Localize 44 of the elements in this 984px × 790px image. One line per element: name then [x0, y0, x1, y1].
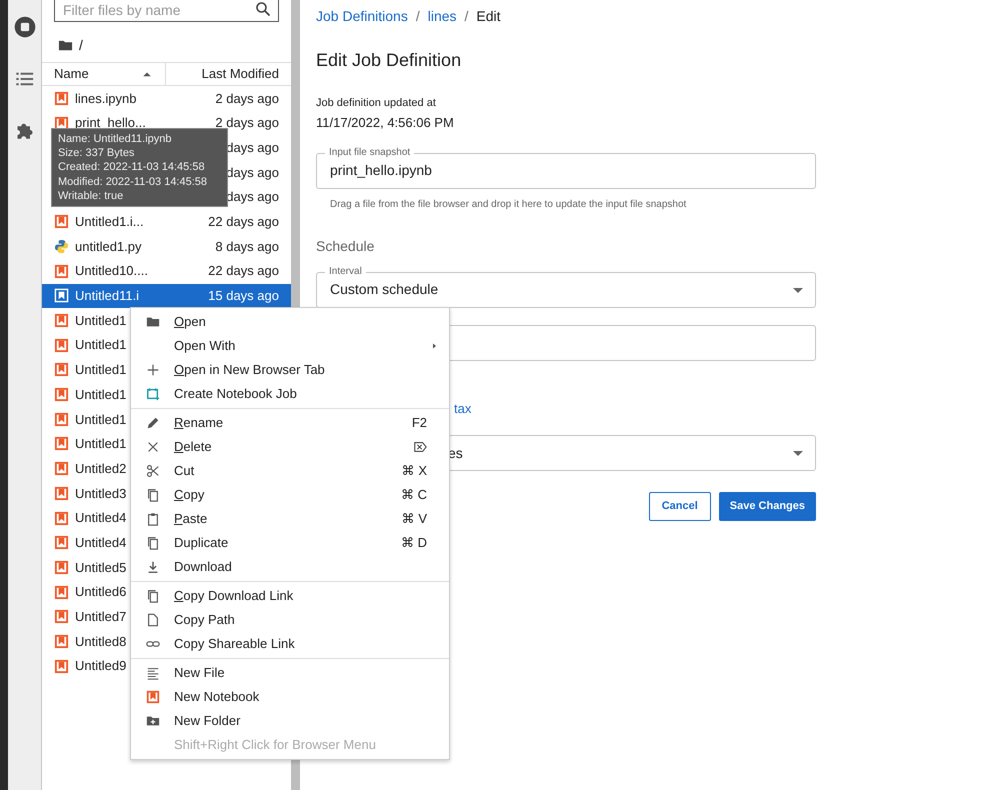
file-name: Untitled6: [75, 583, 126, 602]
file-name: Untitled1: [75, 435, 126, 454]
section-heading: Schedule: [316, 236, 376, 256]
file-name: Untitled1: [75, 336, 126, 354]
shortcut-text: F2: [412, 414, 427, 432]
breadcrumb-separator: /: [416, 7, 420, 24]
tooltip-line: Writable: true: [58, 188, 124, 204]
modified-date: 22 days ago: [208, 213, 279, 232]
tooltip-line: Modified: 2022-11-03 14:45:58: [58, 174, 208, 189]
file-name: Untitled10....: [75, 262, 148, 280]
updated-value: 11/17/2022, 4:56:06 PM: [316, 114, 455, 132]
file-name: untitled1.py: [75, 238, 142, 256]
breadcrumb-separator: /: [464, 7, 468, 24]
file-name: Untitled1: [75, 312, 126, 330]
modified-date: 15 days ago: [208, 287, 279, 306]
file-name: lines.ipynb: [75, 90, 136, 108]
file-name: Untitled3: [75, 484, 126, 503]
file-name: Untitled1.i...: [75, 213, 144, 232]
shortcut-text: ⌘ V: [402, 510, 427, 528]
file-name: Untitled1: [75, 361, 126, 380]
breadcrumb-current: Edit: [476, 7, 501, 24]
file-name: Untitled11.i: [75, 287, 140, 306]
file-name: Untitled2: [75, 460, 126, 478]
tooltip-line: Created: 2022-11-03 14:45:58: [58, 160, 206, 175]
shortcut-text: ⌘ D: [401, 534, 427, 552]
tooltip-line: Name: Untitled11.ipynb: [58, 132, 173, 146]
tooltip-line: Size: 337 Bytes: [58, 146, 136, 160]
page-title: Edit Job Definition: [316, 50, 462, 72]
file-name: Untitled4: [75, 509, 126, 528]
modified-date: 2 days ago: [215, 114, 279, 132]
file-name: Untitled4: [75, 534, 126, 552]
helper-text: Drag a file from the file browser and drop it here to update the input file snapshot: [330, 198, 688, 212]
updated-label: Job definition updated at: [316, 96, 437, 111]
modified-date: 8 days ago: [215, 238, 279, 256]
file-name: print_hello...: [75, 114, 146, 132]
file-name: Untitled7: [75, 608, 126, 626]
file-name: Untitled8: [75, 632, 126, 651]
file-name: Untitled1: [75, 386, 126, 404]
file-name: Untitled1: [75, 410, 126, 429]
modified-date: 22 days ago: [208, 262, 279, 280]
modified-date: 2 days ago: [215, 90, 279, 108]
file-name: Untitled9: [75, 657, 126, 676]
shortcut-text: ⌘ C: [401, 486, 427, 504]
file-name: Untitled5: [75, 558, 126, 577]
